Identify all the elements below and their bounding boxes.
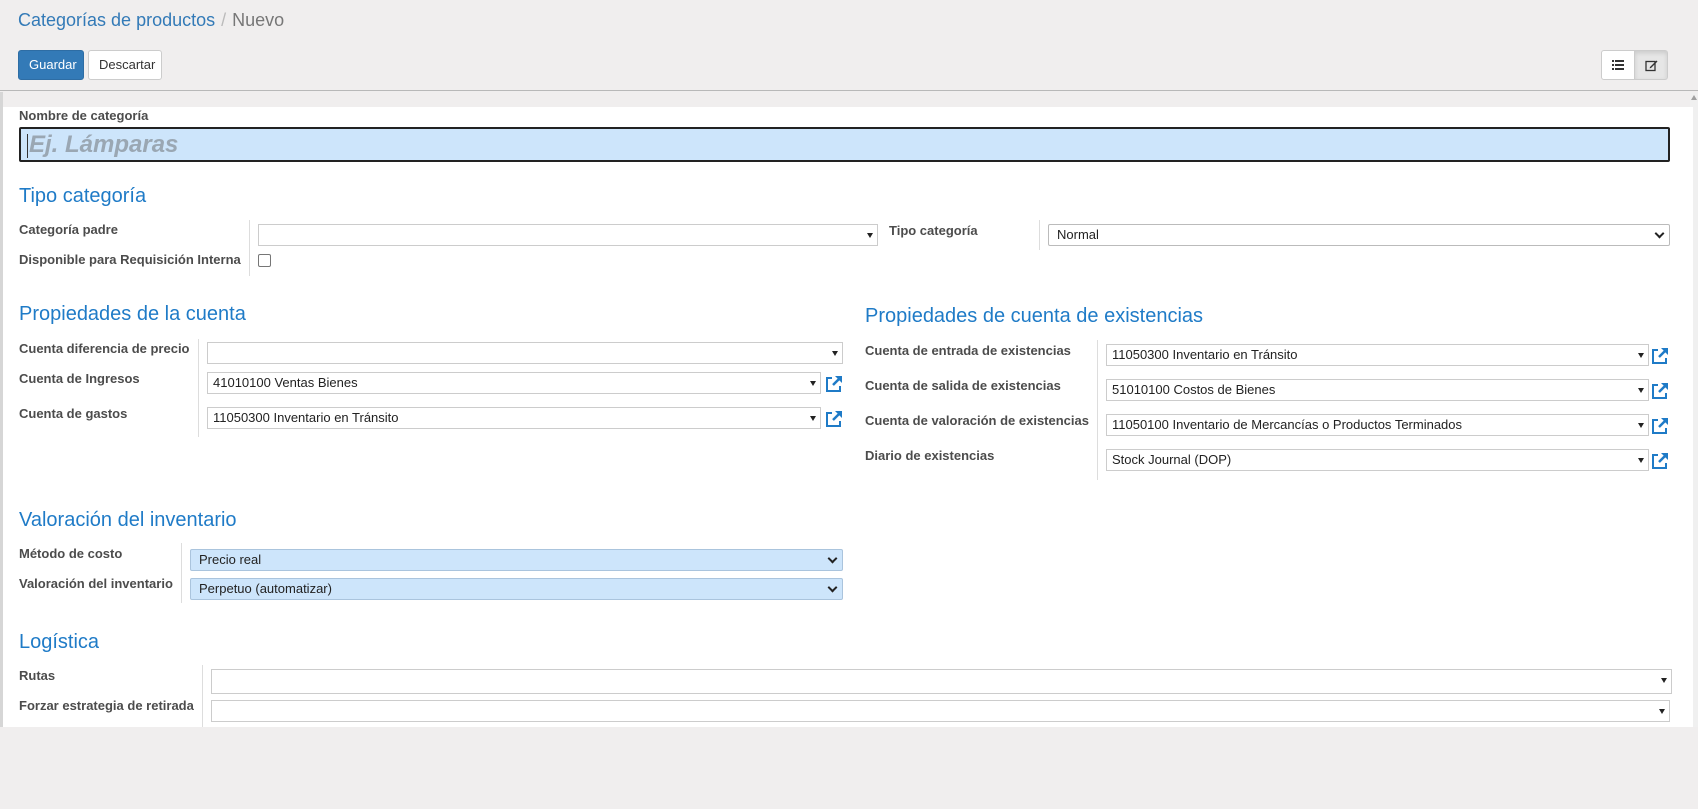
list-icon — [1612, 60, 1624, 70]
external-link-icon[interactable] — [1650, 346, 1670, 366]
removal-strategy-label: Forzar estrategia de retirada — [19, 698, 194, 713]
caret-down-icon[interactable] — [810, 416, 816, 421]
section-title-tipo: Tipo categoría — [19, 185, 147, 207]
control-panel: Categorías de productos / Nuevo Guardar De… — [0, 0, 1698, 91]
income-account-value: 41010100 Ventas Bienes — [213, 375, 358, 390]
separator — [198, 339, 199, 437]
external-link-icon[interactable] — [1650, 416, 1670, 436]
external-link-icon[interactable] — [1650, 451, 1670, 471]
expense-account-label: Cuenta de gastos — [19, 406, 128, 421]
stock-valuation-account-value: 11050100 Inventario de Mercancías o Prod… — [1112, 417, 1463, 432]
section-title-valoracion: Valoración del inventario — [19, 509, 237, 531]
bottom-area — [0, 727, 1698, 809]
inventory-valuation-select[interactable]: Perpetuo (automatizar) — [190, 578, 843, 600]
cost-method-value: Precio real — [199, 552, 262, 567]
section-title-cuenta: Propiedades de la cuenta — [19, 303, 246, 325]
stock-input-account-value: 11050300 Inventario en Tránsito — [1112, 347, 1298, 362]
income-account-label: Cuenta de Ingresos — [19, 371, 140, 386]
stock-valuation-account-label: Cuenta de valoración de existencias — [865, 413, 1089, 428]
caret-down-icon[interactable] — [1638, 423, 1644, 428]
stock-input-account-field[interactable]: 11050300 Inventario en Tránsito — [1106, 344, 1649, 366]
category-type-value: Normal — [1057, 227, 1099, 242]
caret-down-icon[interactable] — [1638, 353, 1644, 358]
separator — [1097, 340, 1098, 480]
stock-journal-value: Stock Journal (DOP) — [1112, 452, 1232, 467]
cost-method-select[interactable]: Precio real — [190, 549, 843, 571]
external-link-icon[interactable] — [1650, 381, 1670, 401]
expense-account-field[interactable]: 11050300 Inventario en Tránsito — [207, 407, 821, 429]
caret-down-icon[interactable] — [1661, 678, 1667, 683]
external-link-icon[interactable] — [824, 409, 844, 429]
routes-label: Rutas — [19, 668, 56, 683]
price-difference-account-field[interactable] — [207, 342, 843, 364]
cost-method-label: Método de costo — [19, 546, 123, 561]
expense-account-value: 11050300 Inventario en Tránsito — [213, 410, 399, 425]
scroll-up-arrow-icon[interactable] — [1691, 95, 1697, 100]
stock-output-account-value: 51010100 Costos de Bienes — [1112, 382, 1276, 397]
inventory-valuation-value: Perpetuo (automatizar) — [199, 581, 332, 596]
category-type-label: Tipo categoría — [889, 223, 978, 238]
edit-icon — [1644, 60, 1657, 71]
view-switcher — [1601, 50, 1668, 80]
separator — [1039, 220, 1040, 250]
stock-journal-field[interactable]: Stock Journal (DOP) — [1106, 449, 1649, 471]
text-caret — [27, 133, 28, 158]
caret-down-icon[interactable] — [832, 351, 838, 356]
breadcrumb-separator: / — [221, 10, 227, 30]
internal-requisition-label: Disponible para Requisición Interna — [19, 252, 241, 267]
separator — [249, 220, 250, 276]
category-name-placeholder: Ej. Lámparas — [29, 131, 179, 158]
category-name-input[interactable]: Ej. Lámparas — [19, 127, 1670, 162]
parent-category-field[interactable] — [258, 224, 878, 246]
caret-down-icon[interactable] — [1659, 709, 1665, 714]
caret-down-icon[interactable] — [867, 233, 873, 238]
price-difference-account-label: Cuenta diferencia de precio — [19, 341, 190, 356]
stock-output-account-field[interactable]: 51010100 Costos de Bienes — [1106, 379, 1649, 401]
chevron-down-icon — [827, 582, 838, 593]
chevron-down-icon — [1654, 228, 1665, 239]
caret-down-icon[interactable] — [1638, 388, 1644, 393]
category-type-select[interactable]: Normal — [1048, 224, 1670, 246]
chevron-down-icon — [827, 553, 838, 564]
section-title-logistica: Logística — [19, 631, 100, 653]
discard-button[interactable]: Descartar — [88, 50, 162, 80]
category-name-label: Nombre de categoría — [19, 108, 149, 123]
list-view-button[interactable] — [1601, 50, 1635, 80]
stock-journal-label: Diario de existencias — [865, 448, 995, 463]
section-title-existencias: Propiedades de cuenta de existencias — [865, 305, 1204, 327]
breadcrumb: Categorías de productos / Nuevo — [18, 10, 284, 31]
stock-input-account-label: Cuenta de entrada de existencias — [865, 343, 1071, 358]
inventory-valuation-label: Valoración del inventario — [19, 576, 173, 591]
form-view-button[interactable] — [1634, 50, 1668, 80]
internal-requisition-checkbox[interactable] — [258, 254, 271, 267]
routes-field[interactable] — [211, 669, 1672, 694]
stock-valuation-account-field[interactable]: 11050100 Inventario de Mercancías o Prod… — [1106, 414, 1649, 436]
parent-category-label: Categoría padre — [19, 222, 118, 237]
breadcrumb-parent-link[interactable]: Categorías de productos — [18, 10, 215, 30]
caret-down-icon[interactable] — [1638, 458, 1644, 463]
external-link-icon[interactable] — [824, 374, 844, 394]
save-button[interactable]: Guardar — [18, 50, 84, 80]
caret-down-icon[interactable] — [810, 381, 816, 386]
income-account-field[interactable]: 41010100 Ventas Bienes — [207, 372, 821, 394]
stock-output-account-label: Cuenta de salida de existencias — [865, 378, 1061, 393]
separator — [202, 665, 203, 727]
removal-strategy-field[interactable] — [211, 700, 1670, 722]
breadcrumb-current: Nuevo — [232, 10, 285, 30]
separator — [181, 543, 182, 603]
